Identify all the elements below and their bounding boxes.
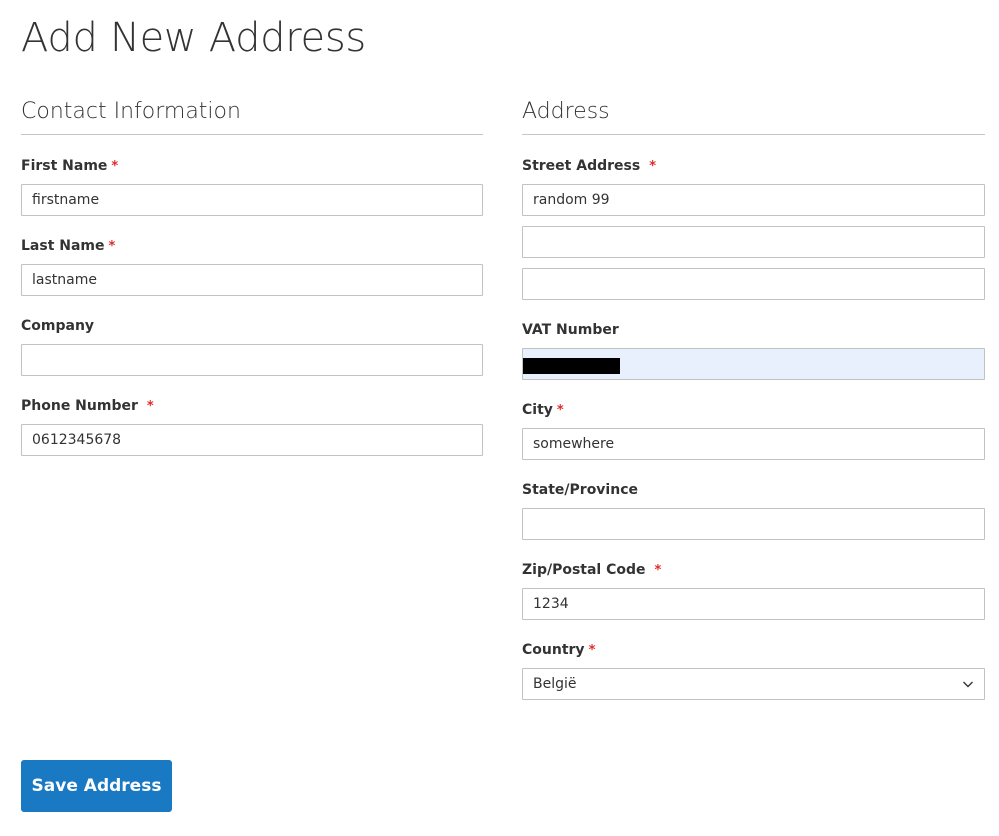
required-marker: * [588,643,596,658]
required-marker: * [108,239,116,254]
last-name-field: Last Name * lastname [21,236,483,296]
first-name-label: First Name * [21,158,119,174]
company-field: Company [21,316,483,376]
phone-number-input[interactable]: 0612345678 [21,424,483,456]
phone-number-field: Phone Number * 0612345678 [21,396,483,456]
phone-number-label: Phone Number * [21,398,154,414]
last-name-label: Last Name * [21,238,116,254]
zip-postal-code-field: Zip/Postal Code * 1234 [522,560,985,620]
city-field: City * somewhere [522,400,985,460]
company-label: Company [21,318,95,334]
chevron-down-icon[interactable] [962,678,974,690]
required-marker: * [649,159,656,174]
street-address-line-2-input[interactable] [522,226,985,258]
city-input[interactable]: somewhere [522,428,985,460]
city-label: City * [522,402,564,418]
redaction-bar [523,358,620,374]
zip-postal-code-input[interactable]: 1234 [522,588,985,620]
address-legend: Address [522,96,985,135]
contact-information-legend: Contact Information [21,96,483,135]
zip-postal-code-label: Zip/Postal Code * [522,562,662,578]
first-name-input[interactable]: firstname [21,184,483,216]
state-province-label: State/Province [522,482,638,498]
country-field: Country * België [522,640,985,700]
state-province-input[interactable] [522,508,985,540]
company-input[interactable] [21,344,483,376]
country-select[interactable]: België [522,668,985,700]
required-marker: * [556,403,564,418]
required-marker: * [111,159,119,174]
address-section: Address Street Address * random 99 VAT Nu… [522,96,985,700]
street-address-line-1-input[interactable]: random 99 [522,184,985,216]
vat-number-field: VAT Number [522,320,985,380]
street-address-line-3-input[interactable] [522,268,985,300]
state-province-field: State/Province [522,480,985,540]
country-label: Country * [522,642,596,658]
street-address-label: Street Address * [522,158,656,174]
vat-number-label: VAT Number [522,322,619,338]
country-selected-value: België [533,676,577,692]
contact-information-section: Contact Information First Name * firstnam… [21,96,483,456]
vat-number-input[interactable] [522,348,985,380]
save-address-button[interactable]: Save Address [21,760,172,812]
street-address-field: Street Address * random 99 [522,156,985,300]
first-name-field: First Name * firstname [21,156,483,216]
last-name-input[interactable]: lastname [21,264,483,296]
required-marker: * [146,399,154,414]
page-title: Add New Address [21,15,366,61]
required-marker: * [654,563,662,578]
